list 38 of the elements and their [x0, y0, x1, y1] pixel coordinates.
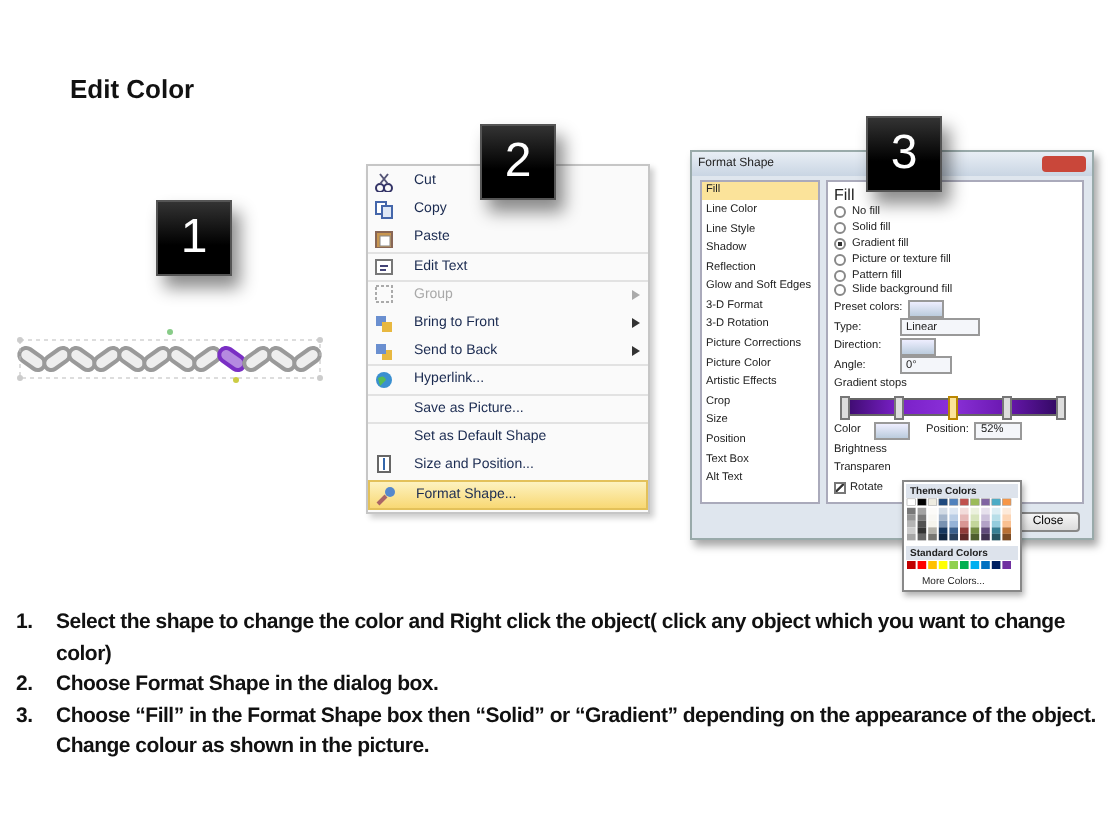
radio-button[interactable] [834, 253, 846, 266]
gradient-stop-handle[interactable] [840, 396, 850, 421]
step-number: 3. [16, 701, 35, 731]
gradient-stop-handle[interactable] [948, 396, 958, 421]
radio-button[interactable] [834, 206, 846, 219]
clipboard-icon [375, 230, 393, 248]
radio-button[interactable] [834, 222, 846, 235]
gradient-stop-handle[interactable] [1056, 396, 1066, 421]
step-number: 2. [16, 670, 35, 700]
instruction-text: Select the shape to change the color and Right click the object( click any object which you want to change color) [56, 608, 1067, 669]
color-dropdown[interactable] [874, 421, 910, 440]
step-badge: 2 [480, 124, 556, 200]
checkbox[interactable] [834, 481, 846, 494]
step-badge: 3 [866, 116, 942, 192]
radio-button[interactable] [834, 238, 846, 250]
close-window-button[interactable] [1042, 155, 1086, 172]
gradient-stop-handle[interactable] [894, 396, 904, 421]
gradient-stops-bar[interactable] [842, 398, 1062, 417]
slide-title: Edit Color [70, 74, 195, 104]
group-icon [375, 285, 393, 304]
panel-heading: Fill [834, 185, 857, 206]
standard-color-swatches[interactable] [907, 561, 1011, 569]
copy-icon [375, 200, 393, 219]
instruction-text: Choose “Fill” in the Format Shape box then “Solid” or “Gradient” depending on the appearance of the object. Change colour as shown in the picture. [56, 701, 1098, 762]
radio-button[interactable] [834, 284, 846, 297]
gradient-stop-handle[interactable] [1002, 396, 1012, 421]
step-badge: 1 [156, 200, 232, 276]
paint-brush-icon [376, 486, 395, 505]
scissors-icon [375, 172, 393, 192]
resize-icon [377, 455, 391, 474]
radio-button[interactable] [834, 269, 846, 282]
globe-icon [376, 371, 392, 388]
preset-colors-dropdown[interactable] [908, 299, 945, 318]
theme-color-swatches[interactable] [906, 498, 1012, 541]
direction-dropdown[interactable] [900, 337, 936, 356]
instruction-text: Choose Format Shape in the dialog box. [56, 670, 439, 700]
step-number: 1. [16, 608, 35, 638]
text-box-icon [375, 259, 393, 276]
